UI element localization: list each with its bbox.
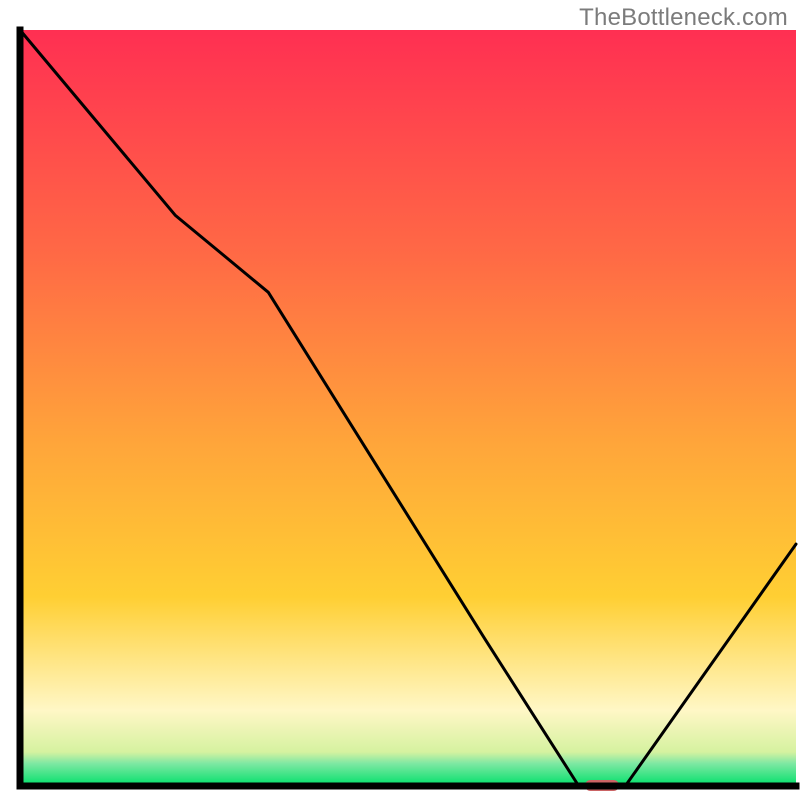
site-watermark: TheBottleneck.com	[579, 4, 788, 32]
bottleneck-chart-svg	[0, 0, 800, 800]
chart-frame: TheBottleneck.com	[0, 0, 800, 800]
